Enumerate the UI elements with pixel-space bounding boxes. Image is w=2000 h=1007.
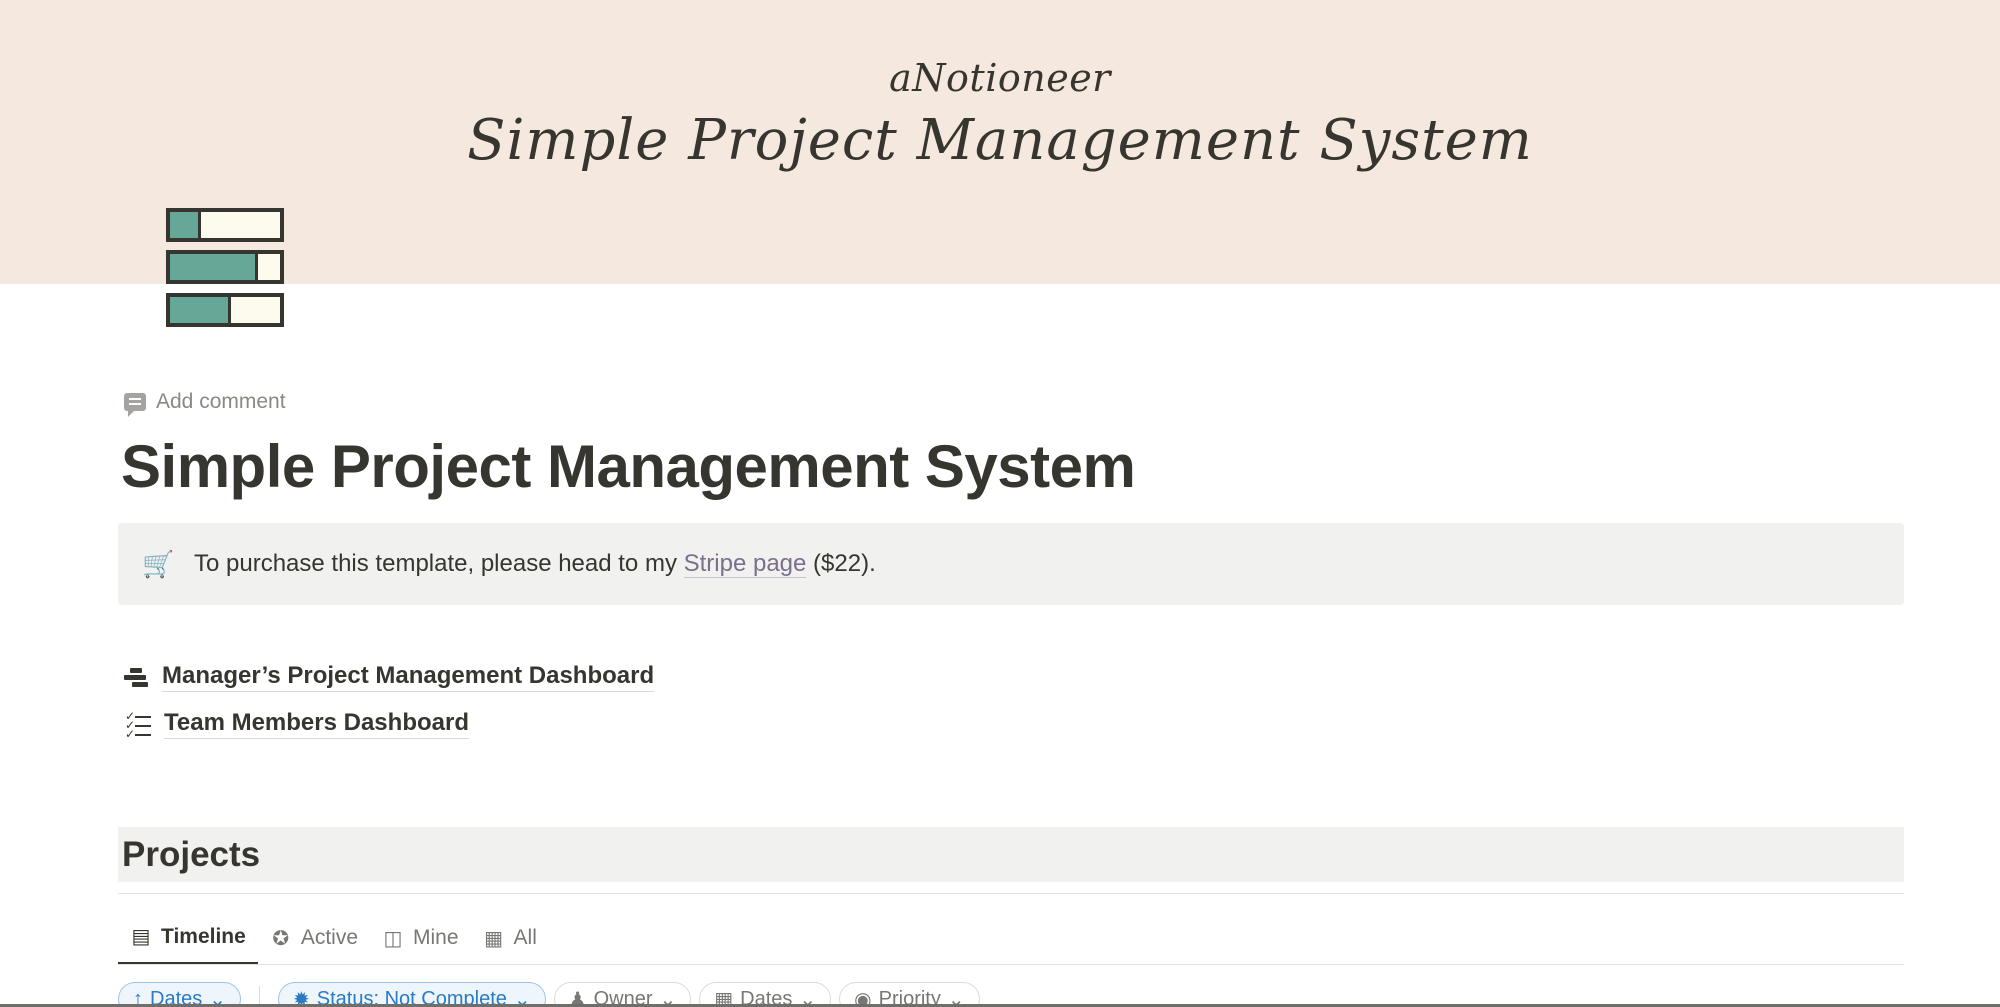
- tabs-divider: [118, 964, 1904, 965]
- callout-text: To purchase this template, please head t…: [194, 550, 876, 578]
- page-title[interactable]: Simple Project Management System: [121, 432, 1136, 501]
- comment-icon: [124, 393, 146, 417]
- purchase-callout: 🛒 To purchase this template, please head…: [118, 523, 1904, 605]
- callout-text-after: ($22).: [806, 550, 876, 577]
- stripe-page-link[interactable]: Stripe page: [683, 550, 807, 578]
- view-tabs: ▤ Timeline ✪ Active ◫ Mine ▦ All: [118, 913, 549, 965]
- gantt-icon: [124, 665, 150, 689]
- progress-bar-1: [166, 208, 284, 242]
- team-members-dashboard-label: Team Members Dashboard: [164, 709, 469, 739]
- manager-dashboard-label: Manager’s Project Management Dashboard: [162, 662, 655, 692]
- cover-title: Simple Project Management System: [467, 108, 1533, 173]
- tab-active[interactable]: ✪ Active: [258, 913, 370, 965]
- divider: [118, 893, 1904, 894]
- tab-mine-label: Mine: [413, 926, 459, 949]
- cart-icon: 🛒: [142, 548, 175, 579]
- board-icon: ◫: [383, 927, 403, 950]
- cover-brand: aNotioneer: [889, 56, 1111, 100]
- add-comment-label: Add comment: [156, 390, 286, 413]
- tab-mine[interactable]: ◫ Mine: [370, 913, 471, 965]
- progress-bar-2: [166, 250, 284, 284]
- tab-timeline[interactable]: ▤ Timeline: [118, 913, 258, 965]
- team-members-dashboard-link[interactable]: ✓ ✓ ✓ Team Members Dashboard: [124, 709, 469, 740]
- cover-banner: aNotioneer Simple Project Management Sys…: [0, 0, 2000, 284]
- progress-bars-icon[interactable]: [166, 208, 286, 328]
- star-circle-icon: ✪: [272, 927, 290, 950]
- tab-all[interactable]: ▦ All: [471, 913, 549, 965]
- projects-heading: Projects: [118, 827, 1904, 882]
- checklist-icon: ✓ ✓ ✓: [124, 710, 152, 740]
- tab-timeline-label: Timeline: [161, 924, 246, 948]
- tab-active-label: Active: [300, 926, 358, 949]
- add-comment-button[interactable]: Add comment: [124, 390, 286, 417]
- timeline-icon: ▤: [131, 926, 151, 948]
- progress-bar-3: [166, 293, 284, 327]
- callout-text-before: To purchase this template, please head t…: [194, 550, 684, 577]
- table-icon: ▦: [484, 927, 503, 950]
- manager-dashboard-link[interactable]: Manager’s Project Management Dashboard: [124, 662, 655, 692]
- tab-all-label: All: [513, 926, 537, 949]
